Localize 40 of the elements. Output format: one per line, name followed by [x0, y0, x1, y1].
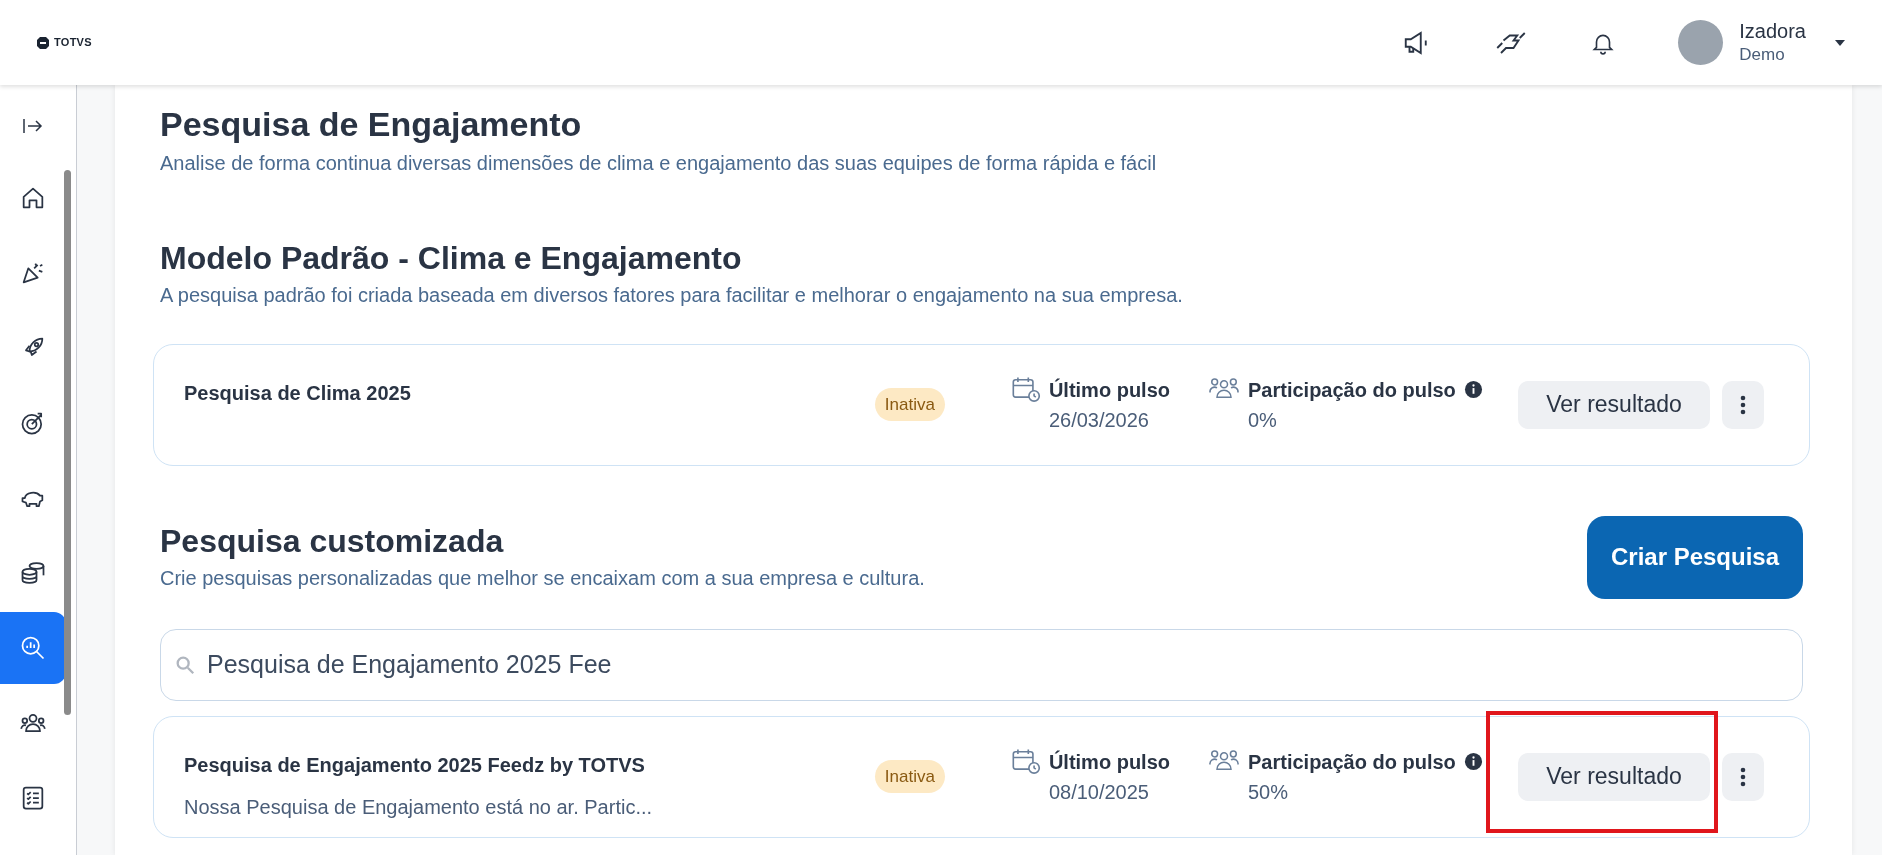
last-pulse-date: 08/10/2025: [1048, 779, 1150, 805]
calendar-clock-icon: [1010, 746, 1041, 775]
view-result-button[interactable]: Ver resultado: [1518, 380, 1710, 429]
page-title: Pesquisa de Engajamento: [160, 104, 583, 145]
avatar[interactable]: [1678, 20, 1724, 65]
user-name: Izadora: [1739, 19, 1806, 45]
section-subtitle: A pesquisa padrão foi criada baseada em diversos fatores para facilitar e melhorar o engajamento na sua empresa.: [160, 282, 1184, 308]
page-subtitle: Analise de forma continua diversas dimensões de clima e engajamento das suas equipes de forma rápida e fácil: [160, 150, 1158, 176]
logo-text: TOTVS: [54, 35, 92, 51]
section-title: Modelo Padrão - Clima e Engajamento: [160, 238, 743, 278]
status-badge: Inativa: [874, 759, 945, 794]
analytics-search-icon: [19, 634, 47, 662]
more-options-button[interactable]: [1722, 380, 1764, 429]
caret-icon[interactable]: [1834, 38, 1846, 47]
logo-icon: [36, 35, 50, 50]
calendar-clock-icon: [1010, 374, 1041, 403]
section-title: Pesquisa customizada: [160, 522, 505, 561]
last-pulse-date: 26/03/2026: [1048, 407, 1150, 433]
more-options-icon: [1740, 394, 1746, 415]
participation-value: 0%: [1248, 407, 1278, 433]
info-icon[interactable]: [1463, 380, 1483, 399]
create-survey-button[interactable]: Criar Pesquisa: [1587, 515, 1803, 599]
status-badge: Inativa: [874, 387, 945, 422]
user-role: Demo: [1739, 44, 1786, 66]
coins-icon: [19, 559, 47, 587]
last-pulse-label: Último pulso: [1048, 377, 1170, 403]
participation-value: 50%: [1248, 779, 1290, 805]
survey-description: Nossa Pesquisa de Engajamento está no ar. Partic...: [184, 794, 654, 820]
participation-label: Participação do pulso: [1248, 377, 1456, 403]
survey-name: Pesquisa de Clima 2025: [184, 380, 412, 406]
last-pulse-label: Último pulso: [1048, 749, 1170, 775]
view-result-button[interactable]: Ver resultado: [1518, 752, 1710, 801]
section-subtitle: Crie pesquisas personalizadas que melhor se encaixam com a sua empresa e cultura.: [160, 566, 926, 591]
survey-name: Pesquisa de Engajamento 2025 Feedz by TOTVS: [184, 752, 646, 778]
info-icon[interactable]: [1463, 752, 1483, 771]
more-options-button[interactable]: [1722, 752, 1764, 801]
more-options-icon: [1740, 766, 1746, 787]
participation-label: Participação do pulso: [1248, 749, 1456, 775]
search-field[interactable]: Pesquisa de Engajamento 2025 Fee: [160, 628, 1803, 701]
expand-icon[interactable]: [22, 117, 44, 135]
